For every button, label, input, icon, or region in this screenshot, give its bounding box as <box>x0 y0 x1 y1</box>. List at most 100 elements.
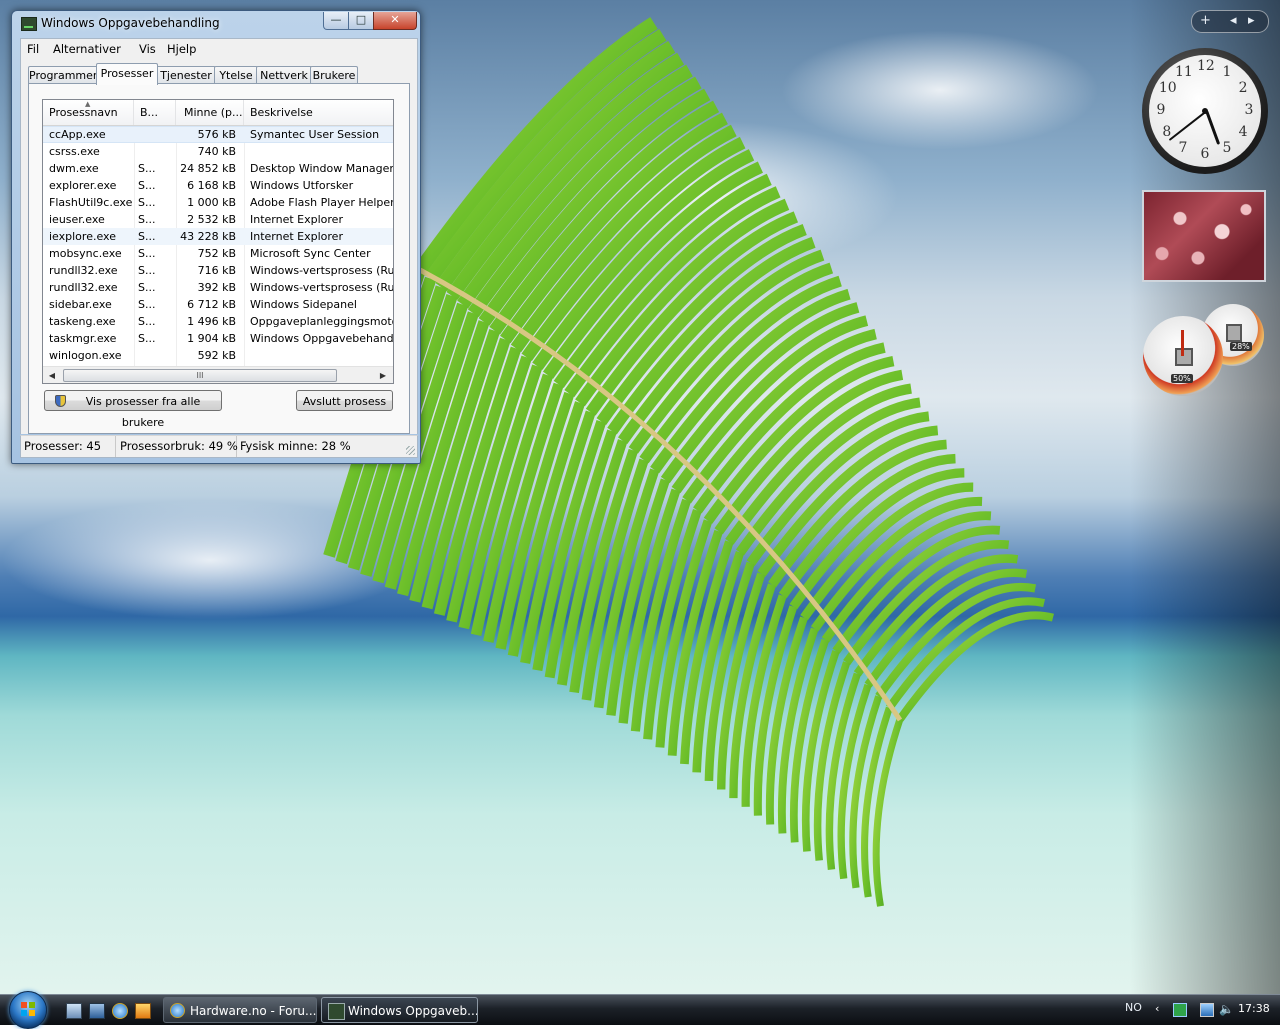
user-cell: S... <box>138 332 156 345</box>
scrollbar-thumb[interactable]: III <box>63 369 337 382</box>
start-button[interactable] <box>9 991 47 1029</box>
table-row[interactable]: sidebar.exe S... 6 712 kB Windows Sidepanel <box>43 296 393 313</box>
table-row[interactable]: mobsync.exe S... 752 kB Microsoft Sync Cent… <box>43 245 393 262</box>
window-client-area: Programmer Prosesser Tjenester Ytelse Ne… <box>20 58 418 434</box>
title-bar[interactable]: Windows Oppgavebehandling — □ ✕ <box>12 11 420 37</box>
table-row[interactable]: FlashUtil9c.exe S... 1 000 kB Adobe Flash P… <box>43 194 393 211</box>
table-row[interactable]: winlogon.exe 592 kB <box>43 347 393 364</box>
table-row[interactable]: explorer.exe S... 6 168 kB Windows Utforske… <box>43 177 393 194</box>
user-cell: S... <box>138 315 156 328</box>
memory-cell: 24 852 kB <box>180 162 236 175</box>
table-row[interactable]: rundll32.exe S... 716 kB Windows-vertsprose… <box>43 262 393 279</box>
table-row[interactable]: iexplore.exe S... 43 228 kB Internet Explor… <box>43 228 393 245</box>
hour-hand <box>1205 109 1221 145</box>
column-header-user[interactable]: B... <box>134 100 176 125</box>
column-header-memory[interactable]: Minne (p... <box>178 100 244 125</box>
media-player-icon[interactable] <box>135 1003 151 1019</box>
cpu-needle <box>1181 330 1184 356</box>
menu-bar: Fil Alternativer Vis Hjelp <box>20 38 418 59</box>
scroll-right-icon[interactable]: ▶ <box>376 369 390 382</box>
table-row[interactable]: ieuser.exe S... 2 532 kB Internet Explorer <box>43 211 393 228</box>
task-manager-window[interactable]: Windows Oppgavebehandling — □ ✕ Fil Alte… <box>11 10 421 464</box>
column-header-description[interactable]: Beskrivelse <box>244 100 393 125</box>
taskbar-button-task-manager[interactable]: Windows Oppgaveb... <box>321 997 478 1023</box>
table-row[interactable]: csrss.exe 740 kB <box>43 143 393 160</box>
table-row[interactable]: dwm.exe S... 24 852 kB Desktop Window Manag… <box>43 160 393 177</box>
security-icon[interactable] <box>1173 1003 1187 1017</box>
process-list[interactable]: ▲ Prosessnavn B... Minne (p... Beskrivel… <box>42 99 394 384</box>
window-title: Windows Oppgavebehandling <box>41 16 220 30</box>
user-cell: S... <box>138 281 156 294</box>
menu-view[interactable]: Vis <box>139 42 156 56</box>
add-gadget-icon[interactable]: + <box>1200 13 1211 28</box>
description-cell: Windows-vertsprosess (Rundll32) <box>250 264 393 277</box>
menu-help[interactable]: Hjelp <box>167 42 196 56</box>
memory-cell: 740 kB <box>197 145 236 158</box>
tab-processes[interactable]: Prosesser <box>96 63 158 85</box>
memory-cell: 752 kB <box>197 247 236 260</box>
horizontal-scrollbar[interactable]: ◀ III ▶ <box>43 366 393 383</box>
show-hidden-icons-icon[interactable]: ‹ <box>1155 1003 1167 1015</box>
table-row[interactable]: taskmgr.exe S... 1 904 kB Windows Oppgavebe… <box>43 330 393 347</box>
taskbar-button-browser[interactable]: Hardware.no - Foru... <box>163 997 317 1023</box>
scroll-left-icon[interactable]: ◀ <box>45 369 59 382</box>
slideshow-gadget[interactable] <box>1142 190 1266 282</box>
table-row[interactable]: rundll32.exe S... 392 kB Windows-vertsprose… <box>43 279 393 296</box>
description-cell: Internet Explorer <box>250 230 343 243</box>
status-processes: Prosesser: 45 <box>21 436 116 457</box>
network-icon[interactable] <box>1200 1003 1214 1017</box>
clock-number: 12 <box>1197 58 1215 74</box>
tab-users[interactable]: Brukere <box>310 66 358 84</box>
clock-gadget[interactable]: 12 1 2 3 4 5 6 7 8 9 10 11 <box>1142 48 1268 174</box>
menu-options[interactable]: Alternativer <box>53 42 121 56</box>
show-all-processes-button[interactable]: Vis prosesser fra alle brukere <box>44 390 222 429</box>
clock-number: 10 <box>1158 80 1177 96</box>
cpu-meter[interactable]: 50% <box>1143 316 1223 396</box>
clock-number: 3 <box>1244 102 1254 118</box>
language-indicator[interactable]: NO <box>1125 1001 1142 1014</box>
menu-file[interactable]: Fil <box>27 42 39 56</box>
clock-number: 5 <box>1222 140 1232 157</box>
show-desktop-icon[interactable] <box>66 1003 82 1019</box>
tab-network[interactable]: Nettverk <box>256 66 312 84</box>
memory-cell: 576 kB <box>197 128 236 141</box>
table-row[interactable]: ccApp.exe 576 kB Symantec User Session <box>43 126 393 143</box>
tab-performance[interactable]: Ytelse <box>214 66 258 84</box>
memory-cell: 716 kB <box>197 264 236 277</box>
process-name-cell: sidebar.exe <box>49 298 112 311</box>
status-bar: Prosesser: 45 Prosessorbruk: 49 % Fysisk… <box>20 435 418 458</box>
memory-cell: 6 168 kB <box>187 179 236 192</box>
internet-explorer-icon[interactable] <box>112 1003 128 1019</box>
column-header-name[interactable]: ▲ Prosessnavn <box>43 100 134 125</box>
clock-number: 8 <box>1162 124 1172 140</box>
system-clock[interactable]: 17:38 <box>1238 1002 1270 1015</box>
ram-percent-label: 28% <box>1230 342 1252 351</box>
clock-center <box>1202 108 1208 114</box>
memory-cell: 1 000 kB <box>187 196 236 209</box>
internet-explorer-icon <box>170 1003 185 1018</box>
process-name-cell: rundll32.exe <box>49 264 118 277</box>
process-name-cell: taskmgr.exe <box>49 332 117 345</box>
resize-grip-icon[interactable] <box>406 446 415 455</box>
process-rows: ccApp.exe 576 kB Symantec User Session csrs… <box>43 126 393 364</box>
user-cell: S... <box>138 179 156 192</box>
previous-page-icon[interactable]: ◂ <box>1230 13 1237 28</box>
volume-icon[interactable]: 🔈 <box>1219 1003 1234 1015</box>
switch-windows-icon[interactable] <box>89 1003 105 1019</box>
status-memory: Fysisk minne: 28 % <box>240 439 351 453</box>
show-all-processes-label: Vis prosesser fra alle brukere <box>85 395 201 429</box>
next-page-icon[interactable]: ▸ <box>1248 13 1255 28</box>
process-name-cell: csrss.exe <box>49 145 100 158</box>
process-name-cell: dwm.exe <box>49 162 99 175</box>
end-process-button[interactable]: Avslutt prosess <box>296 390 393 411</box>
maximize-button[interactable]: □ <box>348 12 374 30</box>
windows-logo-icon <box>21 1002 35 1016</box>
minimize-button[interactable]: — <box>323 12 349 30</box>
user-cell: S... <box>138 247 156 260</box>
clock-number: 11 <box>1175 63 1193 80</box>
table-row[interactable]: taskeng.exe S... 1 496 kB Oppgaveplanleggin… <box>43 313 393 330</box>
process-name-cell: iexplore.exe <box>49 230 116 243</box>
close-button[interactable]: ✕ <box>373 12 417 30</box>
tab-programs[interactable]: Programmer <box>28 66 98 84</box>
tab-services[interactable]: Tjenester <box>156 66 216 84</box>
